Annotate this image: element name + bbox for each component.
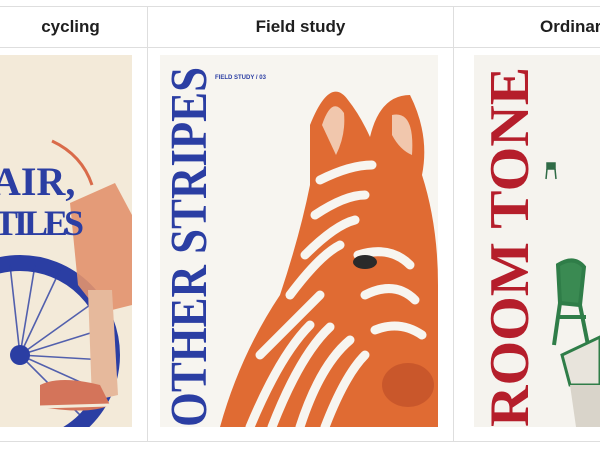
column-header-label: Field study (255, 17, 346, 36)
field-study-cover-title: OTHER STRIPES (161, 67, 218, 427)
column-header-field-study: Field study (148, 7, 453, 48)
cycling-cover-title: TILES (0, 203, 84, 243)
column-header-cycling: cycling (0, 7, 147, 48)
column-divider (453, 7, 454, 441)
field-study-cover-image: FIELD STUDY / 03 OTHER STRIPES (160, 55, 438, 427)
ordinary-cover-title: ROOM TONE (479, 67, 541, 427)
column-header-ordinary: Ordinar (454, 7, 600, 48)
column-header-label: cycling (41, 17, 100, 36)
ordinary-cover-image: ROOM TONE (474, 55, 600, 427)
field-study-cover-kicker: FIELD STUDY / 03 (215, 75, 267, 81)
cycling-cover-title: AIR, (0, 159, 75, 204)
column-divider (147, 7, 148, 441)
column-header-label: Ordinar (540, 17, 600, 36)
cycling-cover-image: AIR, TILES (0, 55, 132, 427)
comparison-table: cycling Field study Ordinar AIR, TILES F… (0, 6, 600, 442)
